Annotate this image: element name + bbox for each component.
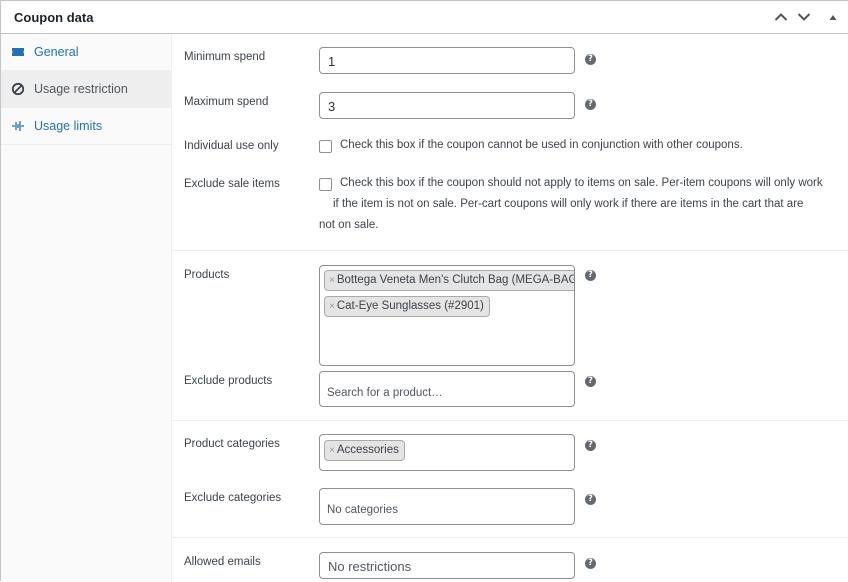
product-categories-select[interactable]: × Accessories [319,434,575,471]
selected-product-chip: × Bottega Veneta Men's Clutch Bag (MEGA-B… [324,270,574,291]
chevron-down-icon [797,13,811,21]
chevron-up-icon [774,13,788,21]
products-select[interactable]: × Bottega Veneta Men's Clutch Bag (MEGA-B… [319,265,575,366]
individual-use-label: Individual use only [184,140,279,152]
tab-label: Usage limits [34,119,103,133]
product-categories-label: Product categories [184,438,280,450]
help-icon[interactable]: ? [585,99,596,110]
minimum-spend-input[interactable]: 1 [319,47,575,74]
selected-product-chip: × Cat-Eye Sunglasses (#2901) [324,296,490,317]
selected-category-chip: × Accessories [324,440,405,461]
move-down-button[interactable] [794,7,814,27]
minimum-spend-label: Minimum spend [184,51,266,63]
help-icon[interactable]: ? [585,376,596,387]
help-icon[interactable]: ? [585,54,596,65]
section-divider [173,420,848,421]
triangle-up-icon [829,15,837,20]
prohibited-icon [11,82,25,96]
exclude-categories-select[interactable]: No categories [319,488,575,525]
maximum-spend-label: Maximum spend [184,96,269,108]
individual-use-checkbox[interactable] [319,140,332,153]
exclude-products-label: Exclude products [184,375,273,387]
chip-label: Bottega Veneta Men's Clutch Bag (MEGA-BA… [336,274,574,286]
exclude-categories-label: Exclude categories [184,492,282,504]
help-icon[interactable]: ? [585,494,596,505]
exclude-sale-description-line1: Check this box if the coupon should not … [340,177,823,189]
ticket-icon [12,48,24,56]
waveform-icon [12,121,24,131]
panel-title: Coupon data [14,10,94,25]
help-icon[interactable]: ? [585,270,596,281]
usage-restriction-panel: Minimum spend 1 ? Maximum spend 3 ? Indi… [173,34,848,582]
exclude-sale-items-checkbox[interactable] [319,178,332,191]
coupon-tabs-sidebar: General Usage restriction Usage limits [1,34,172,582]
maximum-spend-input[interactable]: 3 [319,92,575,119]
allowed-emails-label: Allowed emails [184,556,261,568]
chip-label: Accessories [336,444,399,456]
collapse-toggle-button[interactable] [823,7,843,27]
tab-general[interactable]: General [1,34,171,71]
section-divider [173,250,848,251]
products-label: Products [184,269,230,281]
remove-icon[interactable]: × [329,301,335,312]
tab-usage-limits[interactable]: Usage limits [1,108,171,145]
help-icon[interactable]: ? [585,558,596,569]
chip-label: Cat-Eye Sunglasses (#2901) [336,300,484,312]
panel-header: Coupon data [1,1,848,34]
section-divider [173,537,848,538]
exclude-products-placeholder: Search for a product… [327,387,443,399]
exclude-products-search[interactable]: Search for a product… [319,371,575,407]
tab-label: General [34,45,79,59]
exclude-sale-description-line2: if the item is not on sale. Per-cart cou… [333,198,804,210]
exclude-categories-placeholder: No categories [327,504,398,516]
tab-label: Usage restriction [34,82,128,96]
move-up-button[interactable] [771,7,791,27]
remove-icon[interactable]: × [329,445,335,456]
exclude-sale-items-label: Exclude sale items [184,178,280,190]
exclude-sale-description-line3: not on sale. [319,219,379,231]
allowed-emails-input[interactable]: No restrictions [319,552,575,579]
individual-use-description: Check this box if the coupon cannot be u… [340,139,743,151]
remove-icon[interactable]: × [329,275,335,286]
coupon-data-panel: Coupon data General Usage restriction Us… [0,0,848,582]
help-icon[interactable]: ? [585,440,596,451]
tab-usage-restriction[interactable]: Usage restriction [1,71,171,108]
